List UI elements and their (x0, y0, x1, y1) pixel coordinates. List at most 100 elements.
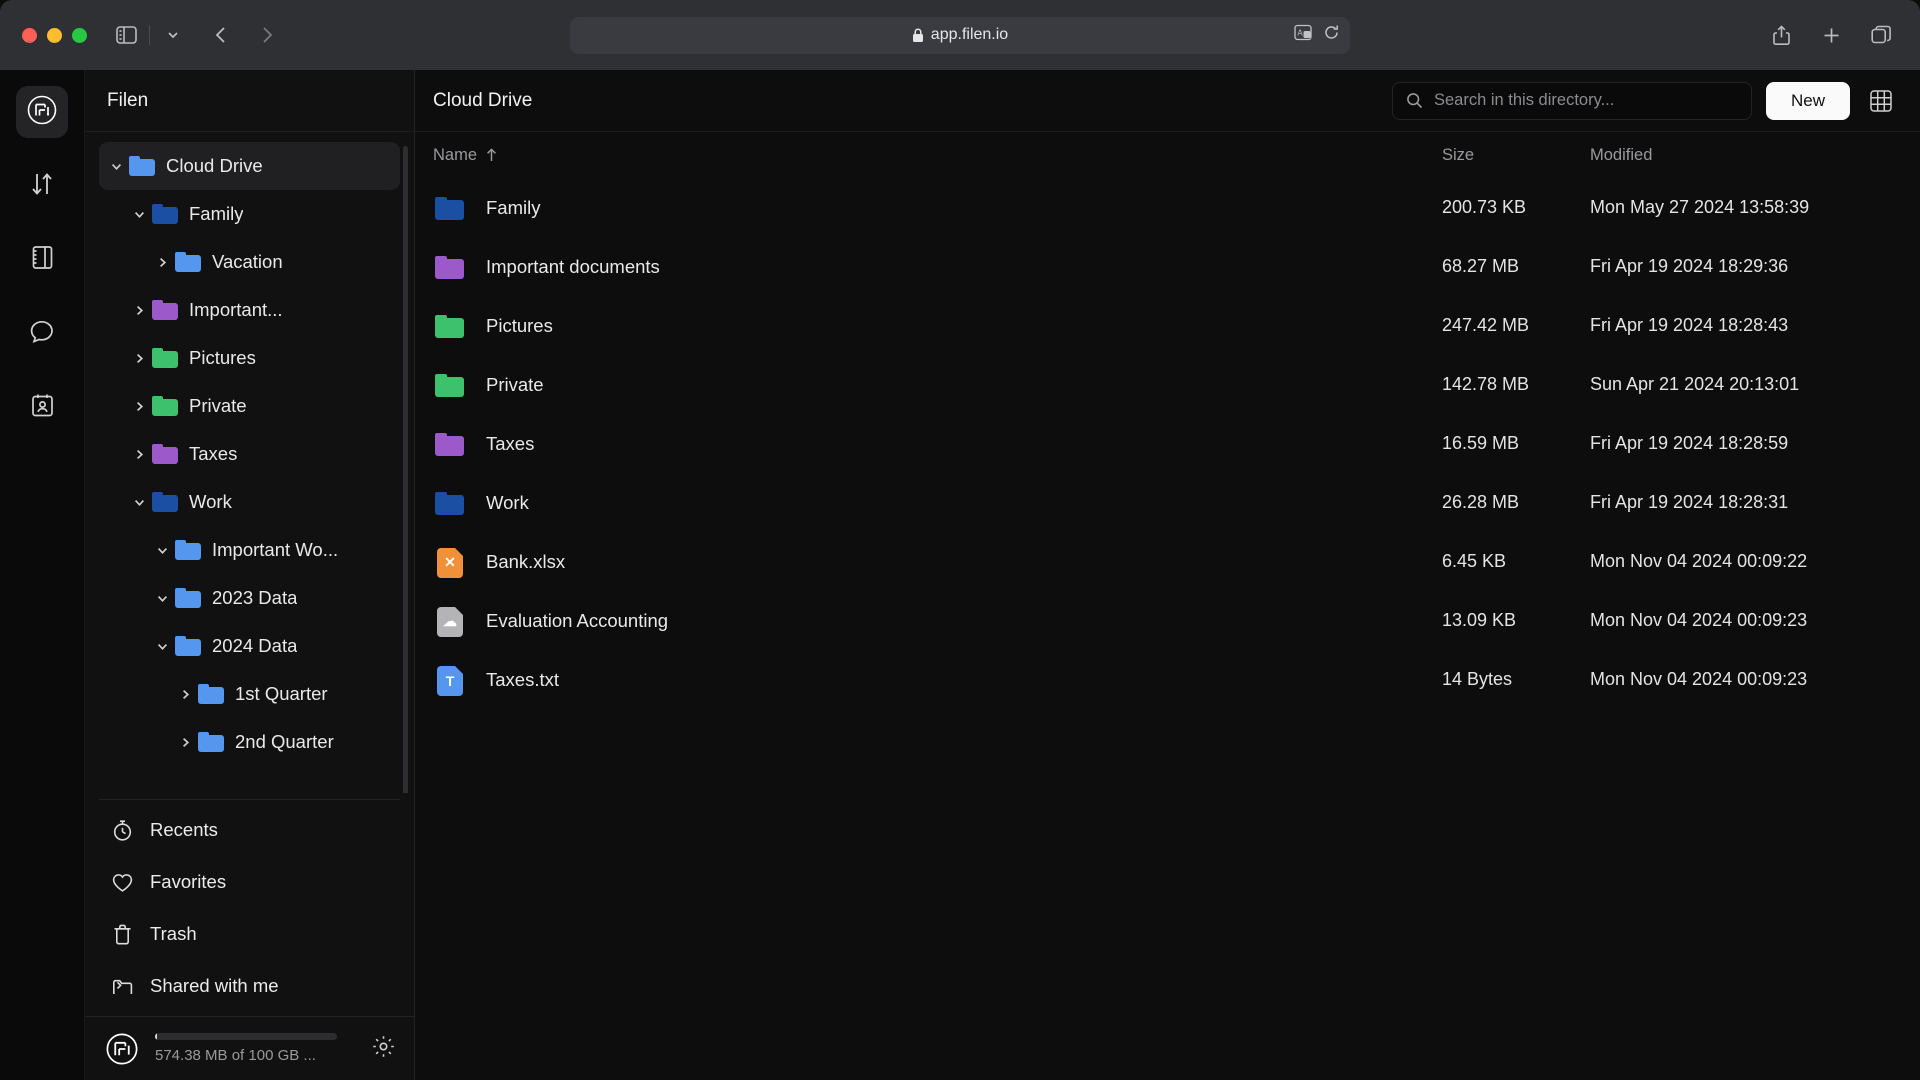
table-row[interactable]: Important documents 68.27 MBFri Apr 19 20… (415, 237, 1920, 296)
file-name: Work (486, 492, 529, 514)
gear-icon[interactable] (371, 1034, 396, 1064)
storage-indicator: 574.38 MB of 100 GB ... (85, 1016, 414, 1080)
chevron-down-icon[interactable] (156, 18, 190, 52)
rail-item-notes[interactable] (16, 234, 68, 286)
lock-icon (912, 28, 924, 43)
new-button[interactable]: New (1766, 82, 1850, 120)
tree-item-2023-data[interactable]: 2023 Data (99, 574, 400, 622)
chevron-down-icon[interactable] (103, 160, 129, 173)
tree-item-label: Cloud Drive (166, 155, 263, 177)
chevron-down-icon[interactable] (149, 640, 175, 653)
folder-icon (152, 492, 178, 512)
reload-icon[interactable] (1323, 24, 1340, 46)
tree-item-private[interactable]: Private (99, 382, 400, 430)
storage-progress-bar (155, 1033, 337, 1040)
file-modified: Fri Apr 19 2024 18:29:36 (1590, 256, 1920, 277)
forward-arrow-icon[interactable] (250, 18, 284, 52)
folder-icon (433, 428, 465, 460)
search-box[interactable] (1392, 82, 1752, 120)
table-row[interactable]: Work26.28 MBFri Apr 19 2024 18:28:31 (415, 473, 1920, 532)
sidebar-item-trash[interactable]: Trash (85, 908, 414, 960)
tab-overview-icon[interactable] (1864, 18, 1898, 52)
tree-item-label: 1st Quarter (235, 683, 328, 705)
search-input[interactable] (1434, 91, 1738, 110)
share-icon[interactable] (1764, 18, 1798, 52)
table-row[interactable]: TTaxes.txt14 BytesMon Nov 04 2024 00:09:… (415, 650, 1920, 709)
chevron-down-icon[interactable] (126, 496, 152, 509)
file-size: 68.27 MB (1442, 256, 1590, 277)
chevron-right-icon[interactable] (126, 400, 152, 413)
back-arrow-icon[interactable] (204, 18, 238, 52)
chevron-right-icon[interactable] (126, 448, 152, 461)
plus-icon[interactable] (1814, 18, 1848, 52)
table-row[interactable]: ✕Bank.xlsx6.45 KBMon Nov 04 2024 00:09:2… (415, 532, 1920, 591)
sidebar-item-favorites[interactable]: Favorites (85, 856, 414, 908)
tree-item-important[interactable]: Important... (99, 286, 400, 334)
file-name: Taxes.txt (486, 669, 559, 691)
browser-window: app.filen.io A (0, 0, 1920, 1080)
chevron-down-icon[interactable] (149, 544, 175, 557)
column-header-modified[interactable]: Modified (1590, 146, 1920, 165)
tree-item-label: 2nd Quarter (235, 731, 334, 753)
minimize-window-button[interactable] (47, 28, 62, 43)
address-bar[interactable]: app.filen.io A (570, 17, 1350, 54)
column-header-name[interactable]: Name (433, 146, 1442, 165)
table-row[interactable]: Family200.73 KBMon May 27 2024 13:58:39 (415, 178, 1920, 237)
folder-icon (433, 251, 465, 283)
translate-icon[interactable]: A (1294, 24, 1313, 47)
browser-toolbar: app.filen.io A (0, 0, 1920, 70)
transfers-icon (28, 170, 56, 203)
drive-sidebar: Filen Cloud DriveFamilyVacationImportant… (85, 70, 415, 1080)
tree-item-taxes[interactable]: Taxes (99, 430, 400, 478)
rail-item-transfers[interactable] (16, 160, 68, 212)
maximize-window-button[interactable] (72, 28, 87, 43)
chevron-down-icon[interactable] (126, 208, 152, 221)
file-name: Important documents (486, 256, 660, 278)
sidebar-title: Filen (85, 70, 414, 132)
tree-item-cloud-drive[interactable]: Cloud Drive (99, 142, 400, 190)
sidebar-item-shared-with-me[interactable]: Shared with me (85, 960, 414, 1012)
tree-item-1st-quarter[interactable]: 1st Quarter (99, 670, 400, 718)
folder-icon (433, 310, 465, 342)
folder-icon (175, 636, 201, 656)
tree-item-family[interactable]: Family (99, 190, 400, 238)
sidebar-scrollbar[interactable] (403, 146, 408, 793)
chevron-right-icon[interactable] (172, 688, 198, 701)
file-name: Taxes (486, 433, 534, 455)
table-row[interactable]: ☁Evaluation Accounting13.09 KBMon Nov 04… (415, 591, 1920, 650)
table-row[interactable]: Taxes16.59 MBFri Apr 19 2024 18:28:59 (415, 414, 1920, 473)
file-modified: Fri Apr 19 2024 18:28:43 (1590, 315, 1920, 336)
main-content: Cloud Drive New (415, 70, 1920, 1080)
tree-item-2nd-quarter[interactable]: 2nd Quarter (99, 718, 400, 766)
chevron-right-icon[interactable] (126, 352, 152, 365)
file-modified: Fri Apr 19 2024 18:28:31 (1590, 492, 1920, 513)
contacts-icon (29, 392, 56, 424)
browser-toolbar-actions (1764, 18, 1898, 52)
folder-icon (433, 192, 465, 224)
table-row[interactable]: Private142.78 MBSun Apr 21 2024 20:13:01 (415, 355, 1920, 414)
rail-item-contacts[interactable] (16, 382, 68, 434)
tree-item-important-wo[interactable]: Important Wo... (99, 526, 400, 574)
folder-icon (129, 156, 155, 176)
svg-text:A: A (1297, 28, 1303, 37)
folder-icon (152, 204, 178, 224)
tree-item-2024-data[interactable]: 2024 Data (99, 622, 400, 670)
sidebar-toggle-icon[interactable] (109, 18, 143, 52)
chevron-right-icon[interactable] (172, 736, 198, 749)
main-header: Cloud Drive New (415, 70, 1920, 132)
tree-item-work[interactable]: Work (99, 478, 400, 526)
close-window-button[interactable] (22, 28, 37, 43)
sidebar-item-recents[interactable]: Recents (85, 804, 414, 856)
chevron-down-icon[interactable] (149, 592, 175, 605)
grid-view-icon[interactable] (1864, 84, 1898, 118)
folder-icon (175, 252, 201, 272)
tree-item-vacation[interactable]: Vacation (99, 238, 400, 286)
rail-item-drive[interactable] (16, 86, 68, 138)
tree-item-pictures[interactable]: Pictures (99, 334, 400, 382)
table-row[interactable]: Pictures247.42 MBFri Apr 19 2024 18:28:4… (415, 296, 1920, 355)
chevron-right-icon[interactable] (149, 256, 175, 269)
folder-icon (152, 300, 178, 320)
chevron-right-icon[interactable] (126, 304, 152, 317)
rail-item-chats[interactable] (16, 308, 68, 360)
column-header-size[interactable]: Size (1442, 146, 1590, 165)
